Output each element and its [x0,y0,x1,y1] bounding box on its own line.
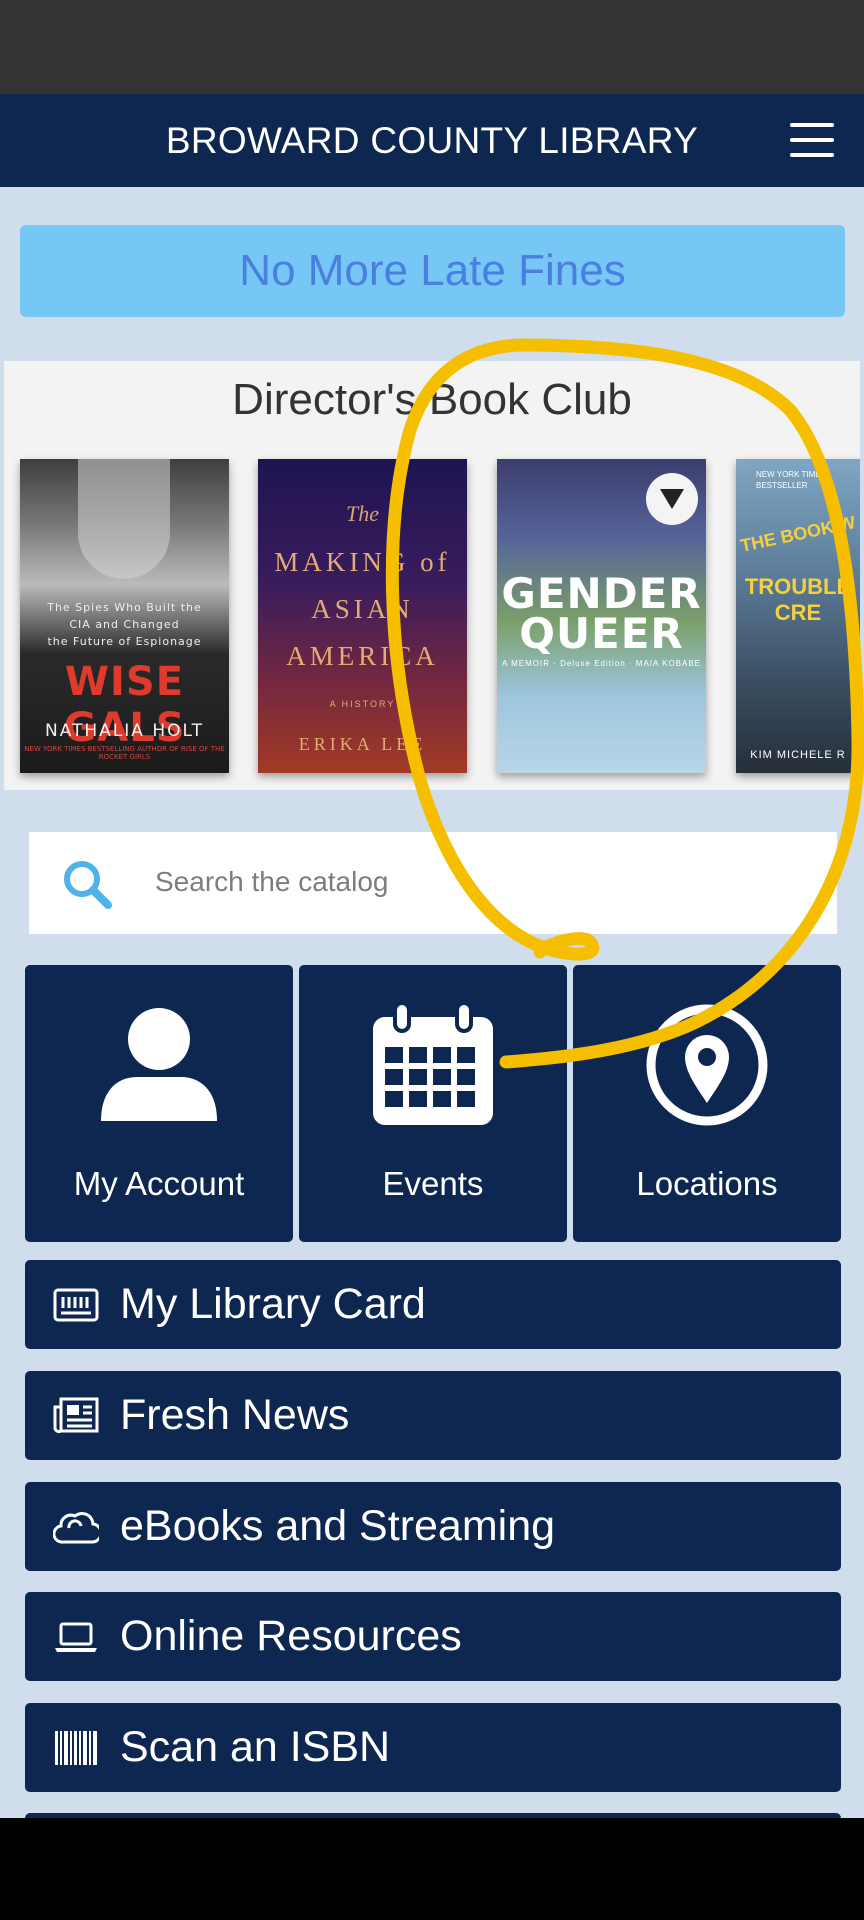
book-club-title: Director's Book Club [232,375,632,424]
book-title: GENDER QUEER [501,569,702,658]
catalog-search-bar[interactable] [29,832,837,934]
book-title: MAKING of ASIAN AMERICA [274,547,451,671]
book-author: ERIKA LEE [298,734,427,754]
row-label: Online Resources [120,1612,462,1660]
events-tile[interactable]: Events [299,965,567,1242]
my-account-tile[interactable]: My Account [25,965,293,1242]
tile-label: My Account [73,1165,245,1202]
status-bar [0,0,864,94]
row-label: My Library Card [120,1280,426,1328]
search-icon[interactable] [61,858,113,910]
app-header: BROWARD COUNTY LIBRARY [0,94,864,187]
award-badge-icon [646,473,698,525]
card-icon [53,1288,99,1322]
calendar-icon [373,1003,493,1125]
book-club-carousel: Director's Book Club The Spies Who Built… [4,361,860,790]
laptop-icon [55,1622,97,1652]
locations-tile[interactable]: Locations [573,965,841,1242]
book-cover-gender-queer[interactable]: GENDER QUEER A MEMOIR · Deluxe Edition ·… [497,459,706,773]
row-label: Fresh News [120,1391,350,1439]
online-resources-button[interactable]: Online Resources [25,1592,841,1681]
fresh-news-button[interactable]: Fresh News [25,1371,841,1460]
system-navigation-bar [0,1818,864,1920]
tile-label: Locations [636,1165,778,1202]
my-library-card-button[interactable]: My Library Card [25,1260,841,1349]
cloud-icon [53,1511,99,1544]
book-cover-making-of-asian-america[interactable]: The MAKING of ASIAN AMERICA A HISTORY ER… [258,459,467,773]
late-fines-banner[interactable]: No More Late Fines [20,225,845,317]
location-pin-icon [646,1004,768,1126]
book-author: NATHALIA HOLT [44,721,205,741]
row-label: Scan an ISBN [120,1723,391,1771]
search-input[interactable] [155,862,795,902]
barcode-icon [55,1731,97,1765]
person-icon [101,1008,217,1121]
app-title: BROWARD COUNTY LIBRARY [165,119,699,161]
scan-isbn-button[interactable]: Scan an ISBN [25,1703,841,1792]
newspaper-icon [53,1397,99,1434]
tile-label: Events [382,1165,484,1202]
hamburger-menu-icon[interactable] [790,123,834,157]
book-author: KIM MICHELE R [750,749,846,761]
cover-portrait [78,459,170,579]
ebooks-streaming-button[interactable]: eBooks and Streaming [25,1482,841,1571]
book-cover-the-book-woman[interactable]: NEW YORK TIMES BESTSELLER THE BOOK W TRO… [736,459,860,773]
row-label: eBooks and Streaming [120,1502,556,1550]
book-cover-wise-gals[interactable]: The Spies Who Built the CIA and Changed … [20,459,229,773]
banner-text: No More Late Fines [239,246,626,295]
